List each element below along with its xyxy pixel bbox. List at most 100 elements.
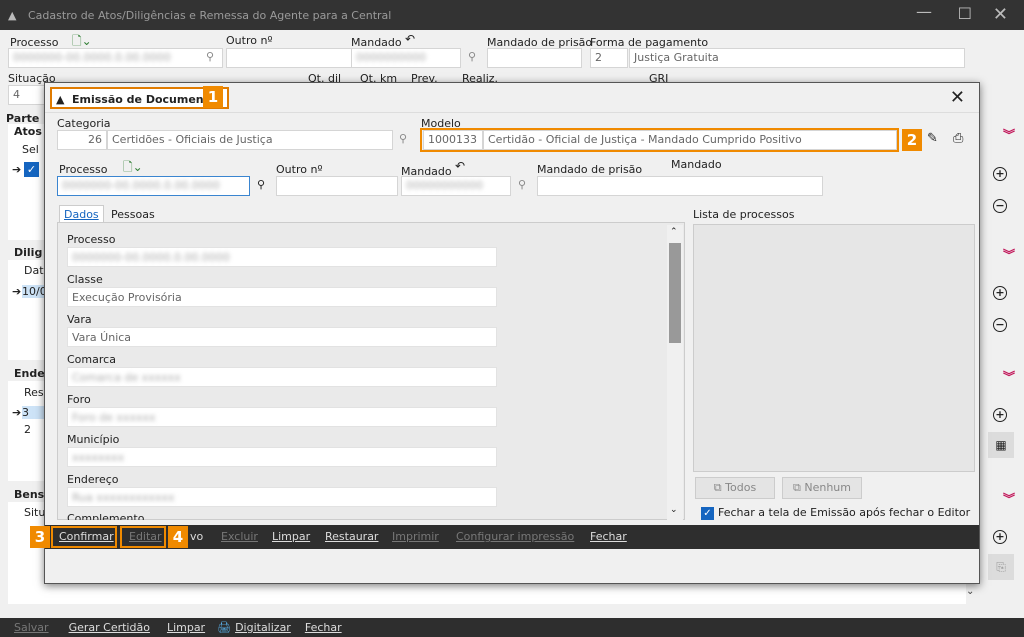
lista-processos[interactable] [693, 224, 975, 472]
confirmar-button[interactable]: Confirmar [59, 530, 114, 543]
chevron-up-icon[interactable]: ⌃ [670, 227, 678, 237]
outro-label: Outro nº [276, 163, 323, 176]
ender-row[interactable]: 2 [24, 423, 31, 436]
edit-model-icon[interactable]: ✎ [927, 131, 938, 146]
field-label: Classe [67, 273, 103, 286]
sel-checkbox[interactable]: ✓ [24, 162, 39, 177]
configurar-impressao-button[interactable]: Configurar impressão [456, 530, 574, 543]
mandado-prisao-label: Mandado de prisão [537, 163, 643, 176]
limpar-button[interactable]: Limpar [167, 621, 205, 634]
digitalizar-button[interactable]: Digitalizar [235, 621, 291, 634]
mandado-label-2: Mandado [671, 158, 722, 171]
maximize-icon[interactable]: ☐ [958, 4, 972, 23]
categoria-value[interactable]: Certidões - Oficiais de Justiça [107, 130, 393, 150]
field-label: Vara [67, 313, 92, 326]
field-label: Município [67, 433, 120, 446]
gerar-certidao-button[interactable]: Gerar Certidão [69, 621, 150, 634]
copy-icon: ⧉ [713, 481, 726, 494]
app-logo-icon: ▲ [8, 9, 17, 22]
step-badge: 4 [168, 526, 188, 548]
dilig-date[interactable]: 10/0 [22, 285, 47, 298]
categoria-code[interactable]: 26 [57, 130, 107, 150]
salvar-button[interactable]: Salvar [14, 621, 49, 634]
emissao-dialog: ▲ Emissão de Documentos 1 ✕ Categoria 26 … [30, 82, 980, 584]
window-title: Cadastro de Atos/Diligências e Remessa d… [28, 8, 392, 22]
search-icon[interactable]: ⚲ [399, 132, 407, 145]
modelo-value[interactable]: Certidão - Oficial de Justiça - Mandado … [483, 130, 897, 150]
minimize-icon[interactable]: — [916, 2, 932, 21]
foro-field[interactable]: Foro de xxxxxx [67, 407, 497, 427]
tab-dados[interactable]: Dados [59, 205, 104, 223]
scroll-thumb[interactable] [669, 243, 681, 343]
search-icon[interactable]: ⚲ [518, 178, 526, 191]
limpar-button[interactable]: Limpar [272, 530, 310, 543]
lista-processos-label: Lista de processos [693, 208, 795, 221]
ender-row[interactable]: 3 [22, 406, 44, 419]
dilig-label: Dilig [14, 246, 43, 259]
editar-button[interactable]: Editar [129, 530, 162, 543]
remove-icon[interactable]: − [993, 318, 1007, 332]
collapse-icon[interactable]: ︾ [1003, 246, 1015, 263]
restaurar-button[interactable]: Restaurar [325, 530, 378, 543]
table-icon[interactable]: ▦ [988, 432, 1014, 458]
novo-button[interactable]: vo [190, 530, 203, 543]
forma-pag-code[interactable]: 2 [590, 48, 628, 68]
collapse-icon[interactable]: ︾ [1003, 490, 1015, 507]
chevron-down-icon[interactable]: ⌄ [966, 586, 974, 597]
mandado-input[interactable]: 00000000000 [401, 176, 511, 196]
add-icon[interactable]: + [993, 286, 1007, 300]
tab-pessoas[interactable]: Pessoas [107, 206, 159, 223]
processo-field[interactable]: 0000000-00.0000.0.00.0000 [67, 247, 497, 267]
undo-icon[interactable]: ↶ [455, 159, 465, 173]
fechar-button[interactable]: Fechar [590, 530, 627, 543]
bens-label: Bens [14, 488, 45, 501]
fechar-tela-checkbox[interactable]: ✓ [701, 507, 714, 520]
mandado-prisao-input[interactable] [487, 48, 582, 68]
comarca-field[interactable]: Comarca de xxxxxx [67, 367, 497, 387]
processo-input[interactable]: 0000000-00.0000.0.00.0000 [57, 176, 250, 196]
field-label: Comarca [67, 353, 116, 366]
step-badge: 1 [203, 86, 223, 108]
add-icon[interactable]: + [993, 530, 1007, 544]
chevron-down-icon[interactable]: ⌄ [670, 505, 678, 515]
vara-field[interactable]: Vara Única [67, 327, 497, 347]
step-badge: 2 [902, 129, 922, 151]
processo-input[interactable]: 0000000-00.0000.0.00.0000 [8, 48, 223, 68]
fechar-button[interactable]: Fechar [305, 621, 342, 634]
dialog-bottom-toolbar: 3 Confirmar Editar 4 vo Excluir Limpar R… [30, 525, 979, 549]
municipio-field[interactable]: xxxxxxxx [67, 447, 497, 467]
close-icon[interactable]: ✕ [993, 4, 1008, 25]
search-icon[interactable]: ⚲ [257, 178, 265, 191]
modelo-code[interactable]: 1000133 [423, 130, 483, 150]
add-icon[interactable]: + [993, 167, 1007, 181]
forma-pag-value[interactable]: Justiça Gratuita [629, 48, 965, 68]
mandado-input[interactable]: 0000000000 [351, 48, 461, 68]
collapse-icon[interactable]: ︾ [1003, 126, 1015, 143]
view-model-icon[interactable]: ⎙ [953, 131, 963, 146]
mandado-prisao-input[interactable] [537, 176, 823, 196]
row-arrow-icon: ➔ [12, 406, 22, 419]
search-icon[interactable]: ⚲ [468, 50, 476, 63]
scanner-icon: 🖨 [217, 621, 232, 634]
imprimir-button[interactable]: Imprimir [392, 530, 439, 543]
dialog-close-icon[interactable]: ✕ [950, 87, 965, 108]
situacao-input[interactable]: 4 [8, 85, 48, 105]
undo-icon[interactable]: ↶ [405, 32, 415, 46]
remove-icon[interactable]: − [993, 199, 1007, 213]
window-titlebar: ▲ Cadastro de Atos/Diligências e Remessa… [0, 0, 1024, 30]
processo-label: Processo [59, 163, 108, 176]
search-icon[interactable]: ⚲ [206, 50, 214, 63]
collapse-icon[interactable]: ︾ [1003, 368, 1015, 385]
copy-icon: ⧉ [793, 481, 805, 494]
step-badge: 3 [30, 526, 50, 548]
fechar-tela-label: Fechar a tela de Emissão após fechar o E… [718, 506, 971, 519]
outro-input[interactable] [276, 176, 398, 196]
excluir-button[interactable]: Excluir [221, 530, 258, 543]
classe-field[interactable]: Execução Provisória [67, 287, 497, 307]
add-icon[interactable]: + [993, 408, 1007, 422]
dados-scrollbar[interactable]: ⌃ ⌄ [667, 225, 683, 521]
todos-button[interactable]: ⧉ Todos [695, 477, 775, 499]
endereco-field[interactable]: Rua xxxxxxxxxxxx [67, 487, 497, 507]
nenhum-button[interactable]: ⧉ Nenhum [782, 477, 862, 499]
export-icon[interactable]: ⎘ [988, 554, 1014, 580]
